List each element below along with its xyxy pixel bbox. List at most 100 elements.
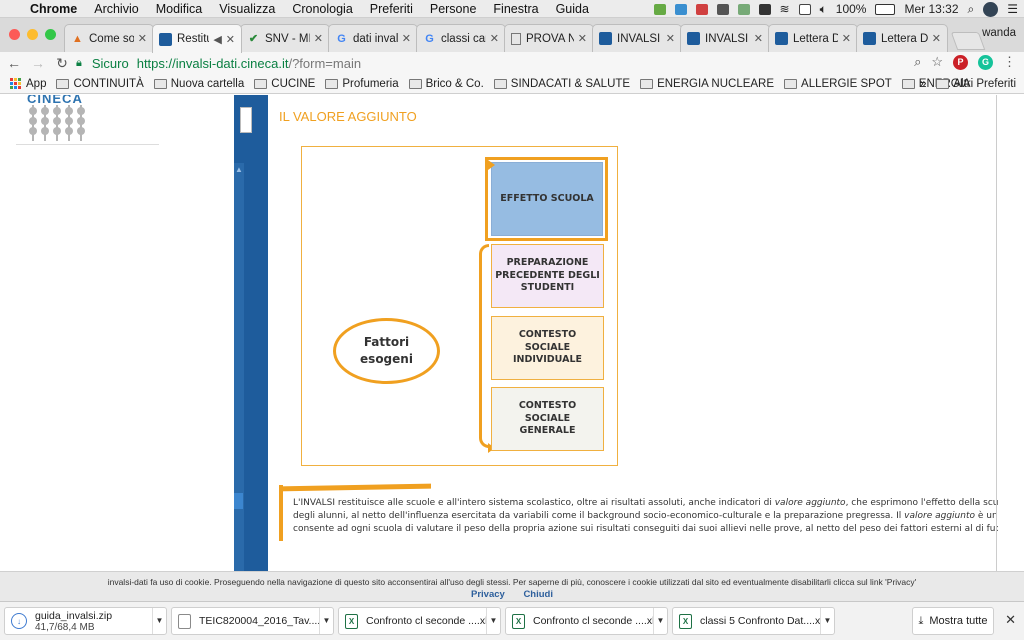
bookmark-apps[interactable]: App bbox=[10, 77, 46, 90]
close-tab-icon[interactable]: ✕ bbox=[666, 32, 675, 45]
close-tab-icon[interactable]: ✕ bbox=[754, 32, 763, 45]
zoom-search-icon[interactable]: ⌕ bbox=[914, 54, 921, 70]
profile-button[interactable]: wanda bbox=[982, 27, 1016, 39]
close-cookie-link[interactable]: Chiudi bbox=[523, 589, 553, 600]
airplay-icon[interactable] bbox=[798, 3, 811, 15]
menu-finestra[interactable]: Finestra bbox=[493, 2, 538, 16]
grammarly-icon[interactable]: G bbox=[978, 54, 993, 70]
wifi-icon[interactable]: ≋ bbox=[780, 2, 790, 16]
menu-dots-icon[interactable]: ⋮ bbox=[1003, 54, 1016, 70]
panel-toggle-button[interactable] bbox=[240, 107, 252, 133]
status-app-icon[interactable] bbox=[653, 3, 666, 15]
volume-icon[interactable]: 🔈︎ bbox=[820, 2, 827, 17]
status-app-icon[interactable] bbox=[716, 3, 729, 15]
folder-icon bbox=[153, 78, 167, 89]
audio-icon[interactable]: ◀︎ bbox=[213, 33, 221, 46]
close-window-icon[interactable] bbox=[9, 29, 20, 40]
box-label: EFFETTO SCUOLA bbox=[500, 192, 594, 204]
scroll-up-icon[interactable]: ▲ bbox=[235, 165, 243, 174]
url-text: https://invalsi-dati.cineca.it/?form=mai… bbox=[137, 56, 361, 71]
bookmark-folder[interactable]: ALLERGIE SPOT bbox=[784, 78, 892, 90]
status-app-icon[interactable] bbox=[737, 3, 750, 15]
minimize-window-icon[interactable] bbox=[27, 29, 38, 40]
close-tab-icon[interactable]: ✕ bbox=[226, 33, 235, 46]
reload-icon[interactable]: ↻ bbox=[52, 55, 72, 72]
bookmarks-bar: App CONTINUITÀ Nuova cartella CUCINE Pro… bbox=[0, 74, 1024, 94]
notification-icon[interactable]: ☰ bbox=[1007, 2, 1018, 16]
menu-guida[interactable]: Guida bbox=[556, 2, 589, 16]
bookmark-folder[interactable]: CUCINE bbox=[254, 78, 315, 90]
chevron-down-icon[interactable]: ▼ bbox=[653, 608, 667, 634]
chevron-down-icon[interactable]: ▼ bbox=[820, 608, 834, 634]
clock[interactable]: Mer 13:32 bbox=[904, 2, 958, 16]
maximize-window-icon[interactable] bbox=[45, 29, 56, 40]
bookmark-folder[interactable]: CONTINUITÀ bbox=[56, 78, 144, 90]
pinterest-icon[interactable]: P bbox=[953, 54, 968, 70]
battery-icon[interactable] bbox=[875, 3, 896, 15]
scroll-thumb[interactable] bbox=[234, 493, 243, 509]
download-item[interactable]: TEIC820004_2016_Tav....xls ▼ bbox=[171, 607, 334, 635]
bookmark-folder[interactable]: Profumeria bbox=[325, 78, 399, 90]
chevron-down-icon[interactable]: ▼ bbox=[486, 608, 500, 634]
close-tab-icon[interactable]: ✕ bbox=[138, 32, 147, 45]
menu-persone[interactable]: Persone bbox=[430, 2, 477, 16]
close-icon[interactable]: ✕ bbox=[1005, 612, 1016, 628]
bookmark-other-folder[interactable]: Altri Preferiti bbox=[936, 78, 1016, 90]
chevron-down-icon[interactable]: ▼ bbox=[152, 608, 166, 634]
tab[interactable]: G classi cam ✕ bbox=[416, 24, 506, 52]
privacy-link[interactable]: Privacy bbox=[471, 589, 505, 600]
download-item[interactable]: X classi 5 Confronto Dat....xlsx ▼ bbox=[672, 607, 835, 635]
download-item[interactable]: X Confronto cl seconde ....xlsx ▼ bbox=[338, 607, 501, 635]
spotlight-icon[interactable]: ⌕ bbox=[968, 2, 975, 17]
back-icon[interactable]: ← bbox=[4, 55, 24, 71]
close-tab-icon[interactable]: ✕ bbox=[490, 32, 499, 45]
tab[interactable]: G dati invals ✕ bbox=[328, 24, 418, 52]
download-item[interactable]: X Confronto cl seconde ....xlsx ▼ bbox=[505, 607, 668, 635]
close-tab-icon[interactable]: ✕ bbox=[842, 32, 851, 45]
status-app-icon[interactable] bbox=[674, 3, 687, 15]
bookmark-folder[interactable]: SINDACATI & SALUTE bbox=[493, 78, 630, 90]
tab[interactable]: INVALSI - ✕ bbox=[592, 24, 682, 52]
bookmark-folder[interactable]: Brico & Co. bbox=[408, 78, 484, 90]
close-tab-icon[interactable]: ✕ bbox=[314, 32, 323, 45]
tab[interactable]: Lettera Di ✕ bbox=[768, 24, 858, 52]
bookmarks-overflow[interactable]: » bbox=[920, 78, 926, 90]
bookmark-star-icon[interactable]: ☆ bbox=[931, 54, 943, 70]
chevron-down-icon[interactable]: ▼ bbox=[319, 608, 333, 634]
close-tab-icon[interactable]: ✕ bbox=[932, 32, 941, 45]
secure-label: Sicuro bbox=[91, 55, 129, 71]
close-tab-icon[interactable]: ✕ bbox=[402, 32, 411, 45]
tab[interactable]: INVALSI - ✕ bbox=[680, 24, 770, 52]
tab[interactable]: ✔ SNV - MIU ✕ bbox=[240, 24, 330, 52]
new-tab-button[interactable] bbox=[950, 32, 986, 50]
bookmark-label: Altri Preferiti bbox=[953, 78, 1016, 90]
cineca-logo-icon bbox=[29, 105, 85, 141]
browser-toolbar: ← → ↻ 🔒︎ Sicuro https://invalsi-dati.cin… bbox=[0, 52, 1024, 74]
file-icon bbox=[178, 613, 191, 629]
tab[interactable]: ▲ Come sov ✕ bbox=[64, 24, 154, 52]
panel-scrollbar[interactable] bbox=[234, 163, 244, 571]
tab[interactable]: Lettera Di ✕ bbox=[856, 24, 948, 52]
status-app-icon[interactable] bbox=[695, 3, 708, 15]
tab-active[interactable]: Restitu ◀︎ ✕ bbox=[152, 24, 242, 53]
show-all-downloads-button[interactable]: ⤓ Mostra tutte bbox=[912, 607, 994, 635]
menu-app[interactable]: Chrome bbox=[30, 2, 77, 16]
menu-archivio[interactable]: Archivio bbox=[94, 2, 138, 16]
bookmark-folder[interactable]: ENERGIA NUCLEARE bbox=[640, 78, 774, 90]
close-tab-icon[interactable]: ✕ bbox=[578, 32, 587, 45]
forward-icon[interactable]: → bbox=[28, 55, 48, 71]
user-icon[interactable] bbox=[983, 1, 999, 17]
tab-title: Lettera Di bbox=[881, 32, 928, 45]
status-app-icon[interactable] bbox=[758, 3, 771, 15]
folder-icon bbox=[325, 78, 339, 89]
menu-cronologia[interactable]: Cronologia bbox=[292, 2, 352, 16]
bookmark-folder[interactable]: Nuova cartella bbox=[153, 78, 244, 90]
contesto-individuale-box: CONTESTO SOCIALE INDIVIDUALE bbox=[491, 316, 604, 380]
download-item[interactable]: ↓ guida_invalsi.zip 41,7/68,4 MB ▼ bbox=[4, 607, 167, 635]
tab[interactable]: PROVA NA ✕ bbox=[504, 24, 594, 52]
menu-preferiti[interactable]: Preferiti bbox=[370, 2, 413, 16]
menu-modifica[interactable]: Modifica bbox=[156, 2, 203, 16]
menu-visualizza[interactable]: Visualizza bbox=[219, 2, 275, 16]
address-bar[interactable]: 🔒︎ Sicuro https://invalsi-dati.cineca.it… bbox=[76, 52, 956, 74]
lock-icon[interactable]: 🔒︎ bbox=[76, 57, 82, 70]
